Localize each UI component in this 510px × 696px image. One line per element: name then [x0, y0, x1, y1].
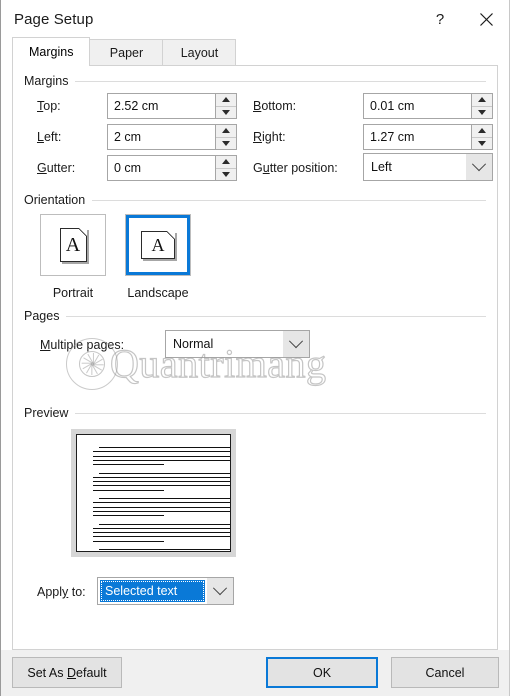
preview-text-line [93, 540, 165, 542]
preview-text-line [93, 532, 230, 534]
preview-text-line [93, 527, 230, 529]
gutter-position-label: Gutter position: [253, 161, 338, 175]
spinner-down-icon[interactable] [472, 106, 492, 118]
chevron-down-icon[interactable] [283, 331, 309, 357]
gutter-position-dropdown[interactable]: Left [363, 153, 493, 181]
set-as-default-button[interactable]: Set As Default [12, 657, 122, 688]
apply-to-label: Apply to: [37, 585, 86, 599]
title-bar: Page Setup ? [1, 0, 509, 38]
preview-text-line [93, 485, 230, 487]
preview-text-line [93, 510, 230, 512]
preview-page-thumbnail [71, 429, 236, 557]
spinner-down-icon[interactable] [216, 168, 236, 180]
left-margin-value: 2 cm [114, 130, 142, 144]
preview-text-line [93, 481, 230, 483]
set-as-default-label: Set As Default [27, 665, 107, 680]
top-margin-spinner[interactable] [215, 94, 236, 118]
spinner-down-icon[interactable] [216, 106, 236, 118]
tab-paper[interactable]: Paper [89, 39, 164, 66]
gutter-input[interactable]: 0 cm [107, 155, 237, 181]
pages-group-header: Pages [24, 309, 486, 323]
bottom-margin-input[interactable]: 0.01 cm [363, 93, 493, 119]
preview-text-line [99, 549, 230, 550]
spinner-down-icon[interactable] [216, 137, 236, 149]
spinner-up-icon[interactable] [472, 94, 492, 107]
right-margin-value: 1.27 cm [370, 130, 415, 144]
preview-text-line [93, 451, 230, 453]
top-label: Top: [37, 99, 61, 113]
margins-tab-panel: Margins Top: 2.52 cm Bottom: 0.01 cm Lef… [12, 65, 498, 650]
preview-text-line [99, 523, 230, 525]
group-divider [75, 80, 486, 82]
page-setup-dialog: Page Setup ? Margins Paper Layout Margin… [0, 0, 510, 696]
preview-text-line [93, 536, 230, 538]
gutter-value: 0 cm [114, 161, 142, 175]
dialog-footer: Set As Default OK Cancel [1, 650, 509, 696]
preview-text-line [93, 476, 230, 478]
landscape-page-icon: A [141, 231, 175, 259]
tab-margins[interactable]: Margins [12, 37, 91, 66]
title-bar-buttons: ? [417, 0, 509, 38]
spinner-down-icon[interactable] [472, 137, 492, 149]
multiple-pages-label: Multiple pages: [40, 338, 125, 352]
tab-strip: Margins Paper Layout [12, 37, 498, 66]
portrait-page-icon: A [59, 228, 87, 262]
gutter-label: Gutter: [37, 161, 76, 175]
right-label: Right: [253, 130, 286, 144]
cancel-button[interactable]: Cancel [391, 657, 499, 688]
spinner-up-icon[interactable] [216, 94, 236, 107]
top-margin-input[interactable]: 2.52 cm [107, 93, 237, 119]
spinner-up-icon[interactable] [216, 156, 236, 169]
preview-text-line [93, 489, 165, 491]
gutter-position-value: Left [371, 160, 392, 174]
preview-text-line [93, 515, 165, 517]
multiple-pages-dropdown[interactable]: Normal [165, 330, 310, 358]
left-margin-input[interactable]: 2 cm [107, 124, 237, 150]
chevron-down-icon[interactable] [207, 578, 233, 604]
dialog-title: Page Setup [14, 10, 94, 28]
right-margin-spinner[interactable] [471, 125, 492, 149]
right-margin-input[interactable]: 1.27 cm [363, 124, 493, 150]
preview-text-line [93, 459, 230, 461]
chevron-down-icon[interactable] [466, 154, 492, 180]
preview-text-line [99, 498, 230, 499]
help-icon[interactable]: ? [417, 0, 463, 38]
left-label: Left: [37, 130, 62, 144]
margins-group-label: Margins [24, 74, 69, 88]
preview-text-line [99, 447, 230, 448]
tab-layout[interactable]: Layout [162, 39, 237, 66]
preview-text-line [93, 506, 230, 508]
preview-text-line [99, 472, 230, 474]
preview-group-label: Preview [24, 406, 69, 420]
orientation-group-header: Orientation [24, 193, 486, 207]
orientation-landscape-option[interactable]: A [125, 214, 191, 276]
orientation-portrait-option[interactable]: A [40, 214, 106, 276]
portrait-label: Portrait [52, 286, 94, 300]
apply-to-dropdown[interactable]: Selected text [97, 577, 234, 605]
orientation-group-label: Orientation [24, 193, 86, 207]
preview-text-line [93, 502, 230, 504]
top-margin-value: 2.52 cm [114, 99, 159, 113]
left-margin-spinner[interactable] [215, 125, 236, 149]
bottom-margin-value: 0.01 cm [370, 99, 415, 113]
group-divider [75, 412, 486, 414]
group-divider [92, 199, 486, 201]
landscape-label: Landscape [127, 286, 189, 300]
multiple-pages-value: Normal [173, 337, 214, 351]
preview-text-line [93, 455, 230, 457]
preview-text-line [93, 464, 165, 466]
bottom-margin-spinner[interactable] [471, 94, 492, 118]
close-icon[interactable] [463, 0, 509, 38]
bottom-label: Bottom: [253, 99, 297, 113]
group-divider [66, 315, 486, 317]
apply-to-value: Selected text [100, 580, 205, 602]
ok-button[interactable]: OK [266, 657, 378, 688]
preview-page [76, 434, 231, 552]
gutter-spinner[interactable] [215, 156, 236, 180]
preview-group-header: Preview [24, 406, 486, 420]
pages-group-label: Pages [24, 309, 60, 323]
margins-group-header: Margins [24, 74, 486, 88]
spinner-up-icon[interactable] [216, 125, 236, 138]
spinner-up-icon[interactable] [472, 125, 492, 138]
